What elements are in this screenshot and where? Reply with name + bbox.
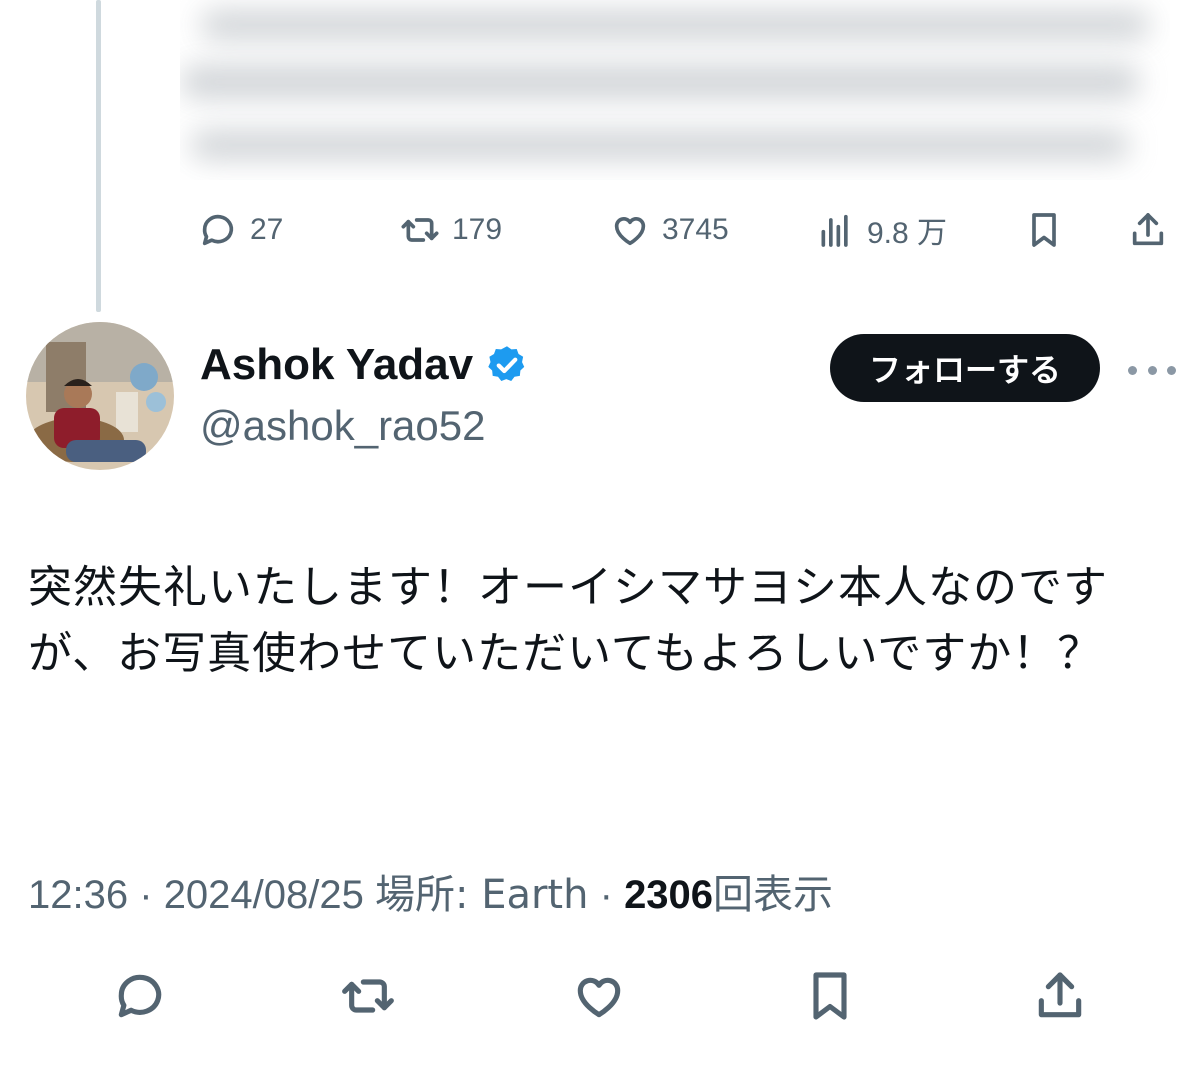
reply-icon [118,974,162,1018]
reply-count: 27 [250,213,284,246]
meta-separator: · [139,873,153,917]
tweet-action-bar [0,962,1200,1034]
reply-button[interactable] [112,968,172,1028]
retweet-icon [342,979,394,1013]
bookmark-button[interactable] [1024,200,1064,260]
bookmark-button[interactable] [802,968,862,1028]
reply-icon [202,214,234,246]
retweet-button[interactable] [340,968,400,1028]
follow-button[interactable]: フォローする [830,334,1100,402]
thread-connector-line [96,0,101,312]
avatar[interactable] [26,322,174,470]
author-name-row[interactable]: Ashok Yadav [200,340,529,390]
share-button[interactable] [1032,968,1092,1028]
heart-icon [577,977,621,1018]
tweet-date[interactable]: 2024/08/25 [164,873,364,917]
more-dot-icon [1167,365,1176,375]
views-button[interactable]: 9.8 万 [815,200,947,260]
meta-separator: · [599,873,613,917]
heart-icon [614,217,646,246]
tweet-location: 場所: Earth [375,872,589,918]
tweet-time[interactable]: 12:36 [28,873,128,917]
tweet-view-count: 2306 [624,873,714,917]
tweet-view-label: 回表示 [713,872,834,918]
blurred-previous-tweet-text [180,0,1170,180]
more-dot-icon [1147,365,1157,375]
share-icon [1038,972,1082,1018]
views-count: 9.8 万 [867,217,948,250]
tweet-meta: 12:36 · 2024/08/25 場所: Earth · 2306回表示 [28,862,833,920]
bookmark-icon [813,972,847,1020]
previous-tweet-action-bar: 27 179 3745 9.8 万 [0,200,1200,260]
like-button[interactable]: 3745 [610,200,729,260]
bookmark-icon [1032,213,1056,247]
retweet-icon [401,218,439,242]
more-dot-icon [1128,365,1137,375]
retweet-button[interactable]: 179 [400,200,502,260]
more-options-button[interactable] [1128,350,1176,390]
share-button[interactable] [1128,200,1168,260]
like-count: 3745 [662,213,729,246]
verified-badge-icon [488,346,525,381]
like-button[interactable] [571,968,631,1028]
tweet-text: 突然失礼いたします！オーイシマサヨシ本人なのですが、お写真使わせていただいてもよ… [28,562,1108,679]
author-display-name[interactable]: Ashok Yadav [200,340,473,390]
author-handle[interactable]: @ashok_rao52 [200,402,486,450]
profile-photo [26,322,174,470]
retweet-count: 179 [452,213,503,246]
views-chart-icon [821,214,848,247]
share-icon [1132,213,1164,246]
reply-button[interactable]: 27 [198,200,283,260]
